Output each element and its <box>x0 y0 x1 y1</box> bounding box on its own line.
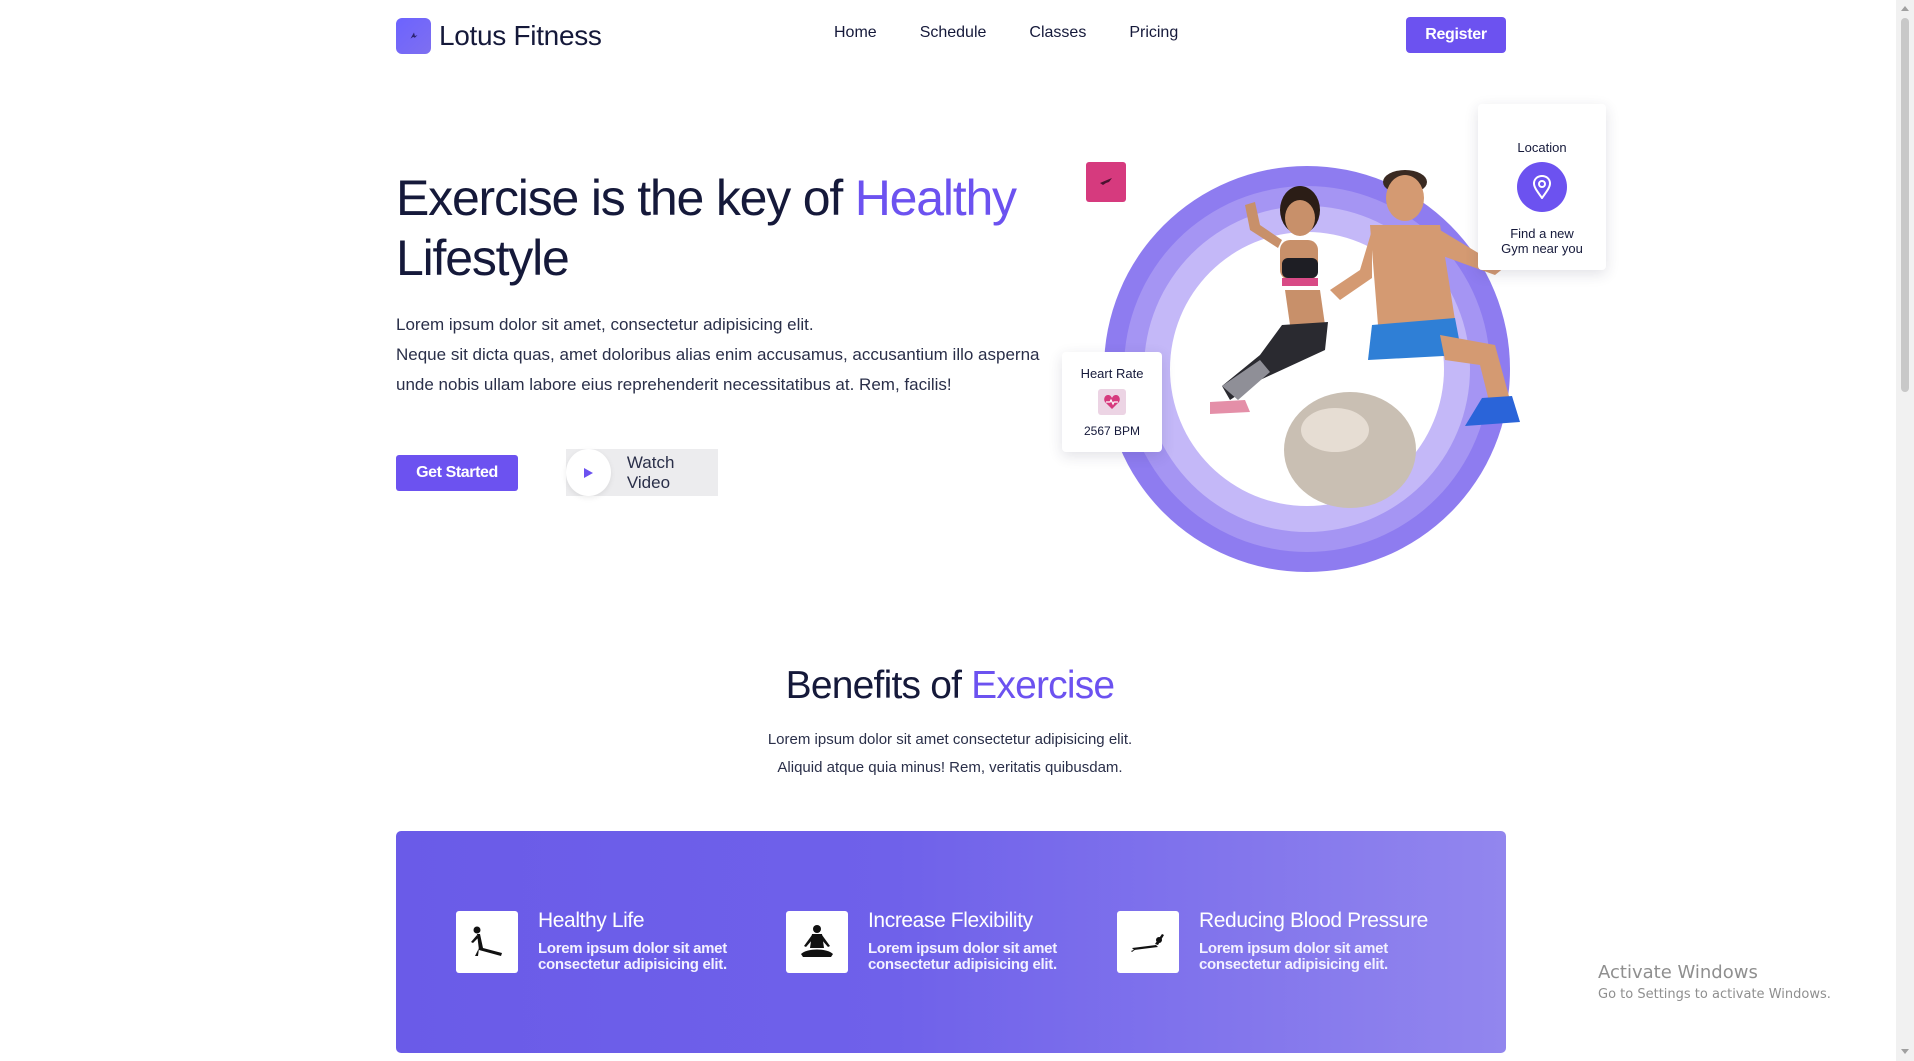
location-card[interactable]: Location Find a new Gym near you <box>1478 104 1606 270</box>
heart-rate-card: Heart Rate 2567 BPM <box>1062 352 1162 452</box>
benefit-description: Lorem ipsum dolor sit amet consectetur a… <box>538 941 727 973</box>
watch-video-button[interactable]: Watch Video <box>566 449 718 496</box>
hero-title: Exercise is the key of Healthy Lifestyle <box>396 168 1056 288</box>
register-button[interactable]: Register <box>1406 17 1506 53</box>
hero-title-part2: Lifestyle <box>396 230 570 286</box>
scroll-down-arrow-icon[interactable] <box>1901 1049 1909 1054</box>
benefits-description-line: Aliquid atque quia minus! Rem, veritatis… <box>777 759 1123 776</box>
watch-video-label: Watch Video <box>626 452 675 492</box>
location-text-line: Gym near you <box>1501 241 1583 256</box>
heart-pulse-icon <box>1098 389 1126 415</box>
hero-description-line: unde nobis ullam labore eius reprehender… <box>396 375 952 394</box>
benefit-title: Healthy Life <box>538 909 645 932</box>
brand-logo[interactable]: Lotus Fitness <box>396 18 602 54</box>
benefit-description-line: Lorem ipsum dolor sit amet <box>538 940 727 957</box>
benefits-title-part1: Benefits of <box>785 664 972 707</box>
heart-rate-value: 2567 BPM <box>1083 424 1141 438</box>
fitness-couple-image <box>1210 170 1520 508</box>
benefit-description: Lorem ipsum dolor sit amet consectetur a… <box>868 941 1057 973</box>
benefits-description: Lorem ipsum dolor sit amet consectetur a… <box>0 726 1900 782</box>
get-started-button[interactable]: Get Started <box>396 455 518 491</box>
bird-icon <box>1100 178 1112 185</box>
benefits-title-accent: Exercise <box>971 664 1115 707</box>
activate-windows-watermark: Activate Windows Go to Settings to activ… <box>1598 962 1831 1002</box>
benefit-item: Increase Flexibility Lorem ipsum dolor s… <box>786 909 1057 973</box>
location-title: Location <box>1517 140 1567 155</box>
benefit-description-line: consectetur adipisicing elit. <box>538 956 727 973</box>
benefit-item: Reducing Blood Pressure Lorem ipsum dolo… <box>1117 909 1428 973</box>
nav-links: Home Schedule Classes Pricing <box>834 24 1221 42</box>
nav-link-pricing[interactable]: Pricing <box>1129 24 1178 42</box>
benefit-description: Lorem ipsum dolor sit amet consectetur a… <box>1199 941 1428 973</box>
nav-link-home[interactable]: Home <box>834 24 877 42</box>
heart-rate-title: Heart Rate <box>1080 366 1144 381</box>
notification-badge[interactable] <box>1086 162 1126 202</box>
map-pin-icon <box>1517 162 1567 212</box>
lotus-logo-icon <box>396 18 431 54</box>
brand-name: Lotus Fitness <box>439 20 602 51</box>
watermark-title: Activate Windows <box>1598 962 1758 983</box>
nav-link-schedule[interactable]: Schedule <box>920 24 987 42</box>
benefit-description-line: Lorem ipsum dolor sit amet <box>868 940 1057 957</box>
location-text: Find a new Gym near you <box>1478 226 1606 256</box>
navbar: Lotus Fitness Home Schedule Classes Pric… <box>0 0 1896 70</box>
benefit-text: Reducing Blood Pressure Lorem ipsum dolo… <box>1199 909 1428 973</box>
hero-title-accent: Healthy <box>854 170 1017 226</box>
benefits-panel: Healthy Life Lorem ipsum dolor sit amet … <box>396 831 1506 1053</box>
benefit-text: Healthy Life Lorem ipsum dolor sit amet … <box>538 909 727 973</box>
benefit-description-line: consectetur adipisicing elit. <box>1199 956 1388 973</box>
play-icon[interactable] <box>566 449 611 496</box>
scrollbar-thumb[interactable] <box>1901 18 1909 392</box>
benefits-title: Benefits of Exercise <box>0 664 1900 708</box>
scroll-up-arrow-icon[interactable] <box>1901 6 1909 11</box>
hero-description-line: Lorem ipsum dolor sit amet, consectetur … <box>396 315 814 334</box>
hero-title-part1: Exercise is the key of <box>396 170 855 226</box>
benefit-title: Increase Flexibility <box>868 909 1033 932</box>
watermark-subtitle: Go to Settings to activate Windows. <box>1598 987 1831 1002</box>
hero-description: Lorem ipsum dolor sit amet, consectetur … <box>396 310 1068 400</box>
benefit-text: Increase Flexibility Lorem ipsum dolor s… <box>868 909 1057 973</box>
lying-stretch-icon <box>1117 911 1179 973</box>
hero-description-line: Neque sit dicta quas, amet doloribus ali… <box>396 345 1040 364</box>
benefit-description-line: consectetur adipisicing elit. <box>868 956 1057 973</box>
location-text-line: Find a new <box>1510 226 1574 241</box>
nav-link-classes[interactable]: Classes <box>1029 24 1086 42</box>
benefit-description-line: Lorem ipsum dolor sit amet <box>1199 940 1388 957</box>
benefits-description-line: Lorem ipsum dolor sit amet consectetur a… <box>767 731 1133 748</box>
benefit-item: Healthy Life Lorem ipsum dolor sit amet … <box>456 909 727 973</box>
meditation-pose-icon <box>786 911 848 973</box>
plank-pose-icon <box>456 911 518 973</box>
page-scrollbar[interactable] <box>1896 0 1914 1061</box>
benefit-title: Reducing Blood Pressure <box>1199 909 1428 932</box>
